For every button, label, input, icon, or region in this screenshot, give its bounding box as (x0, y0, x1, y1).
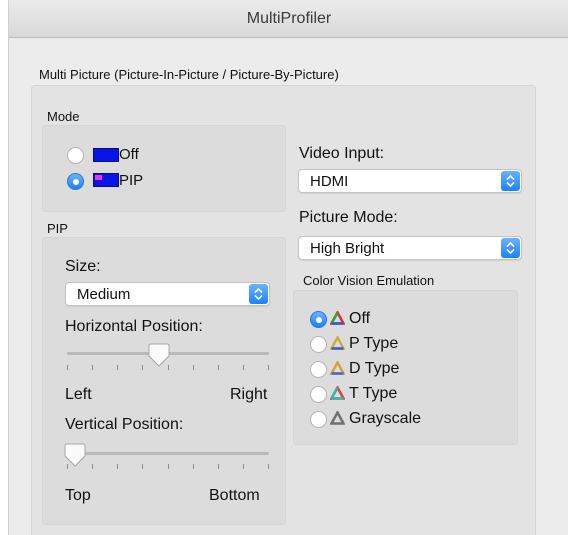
size-value: Medium (77, 286, 131, 303)
video-input-value: HDMI (310, 173, 349, 190)
horizontal-position-label: Horizontal Position: (65, 318, 203, 335)
cve-p-type-label: P Type (349, 335, 399, 352)
cve-off-radio[interactable] (310, 311, 327, 328)
popup-arrows-icon (501, 171, 520, 191)
mode-pip-radio[interactable] (67, 173, 84, 190)
vertical-max-label: Bottom (209, 487, 260, 504)
cve-p-type-radio[interactable] (310, 336, 327, 353)
mode-label: Mode (47, 109, 80, 124)
window-title: MultiProfiler (246, 10, 332, 27)
color-triangle-full-icon (330, 311, 345, 325)
pip-group (42, 237, 286, 525)
title-bar[interactable]: MultiProfiler (9, 0, 568, 38)
multiprofiler-window: MultiProfiler Multi Picture (Picture-In-… (8, 0, 568, 535)
horizontal-slider-knob[interactable] (148, 343, 170, 368)
pip-label: PIP (47, 221, 68, 236)
vertical-position-label: Vertical Position: (65, 416, 184, 433)
cve-t-type-radio[interactable] (310, 386, 327, 403)
picture-mode-popup[interactable]: High Bright (298, 236, 522, 260)
mode-pip-label: PIP (119, 172, 144, 189)
color-triangle-gray-icon (330, 411, 345, 425)
color-triangle-d-icon (330, 361, 345, 375)
cve-grayscale-label: Grayscale (349, 410, 422, 427)
vertical-slider-knob[interactable] (64, 443, 86, 468)
cve-t-type-label: T Type (349, 385, 398, 402)
picture-mode-value: High Bright (310, 240, 385, 257)
cve-d-type-label: D Type (349, 360, 400, 377)
mode-off-radio[interactable] (67, 147, 84, 164)
mode-off-label: Off (119, 146, 139, 163)
pip-swatch-icon (93, 173, 119, 187)
vertical-min-label: Top (65, 487, 91, 504)
horizontal-min-label: Left (65, 386, 92, 403)
cve-off-label: Off (349, 310, 371, 327)
cve-grayscale-radio[interactable] (310, 411, 327, 428)
color-triangle-p-icon (330, 336, 345, 350)
horizontal-max-label: Right (230, 386, 268, 403)
mode-group (42, 125, 286, 212)
size-popup[interactable]: Medium (65, 282, 270, 306)
off-swatch-icon (93, 148, 119, 162)
color-vision-label: Color Vision Emulation (303, 273, 435, 288)
color-triangle-t-icon (330, 386, 345, 400)
popup-arrows-icon (249, 284, 268, 304)
multi-picture-label: Multi Picture (Picture-In-Picture / Pict… (39, 67, 339, 82)
popup-arrows-icon (501, 238, 520, 258)
video-input-label: Video Input: (299, 145, 385, 162)
video-input-popup[interactable]: HDMI (298, 169, 522, 193)
cve-d-type-radio[interactable] (310, 361, 327, 378)
picture-mode-label: Picture Mode: (299, 209, 398, 226)
size-label: Size: (65, 258, 101, 275)
